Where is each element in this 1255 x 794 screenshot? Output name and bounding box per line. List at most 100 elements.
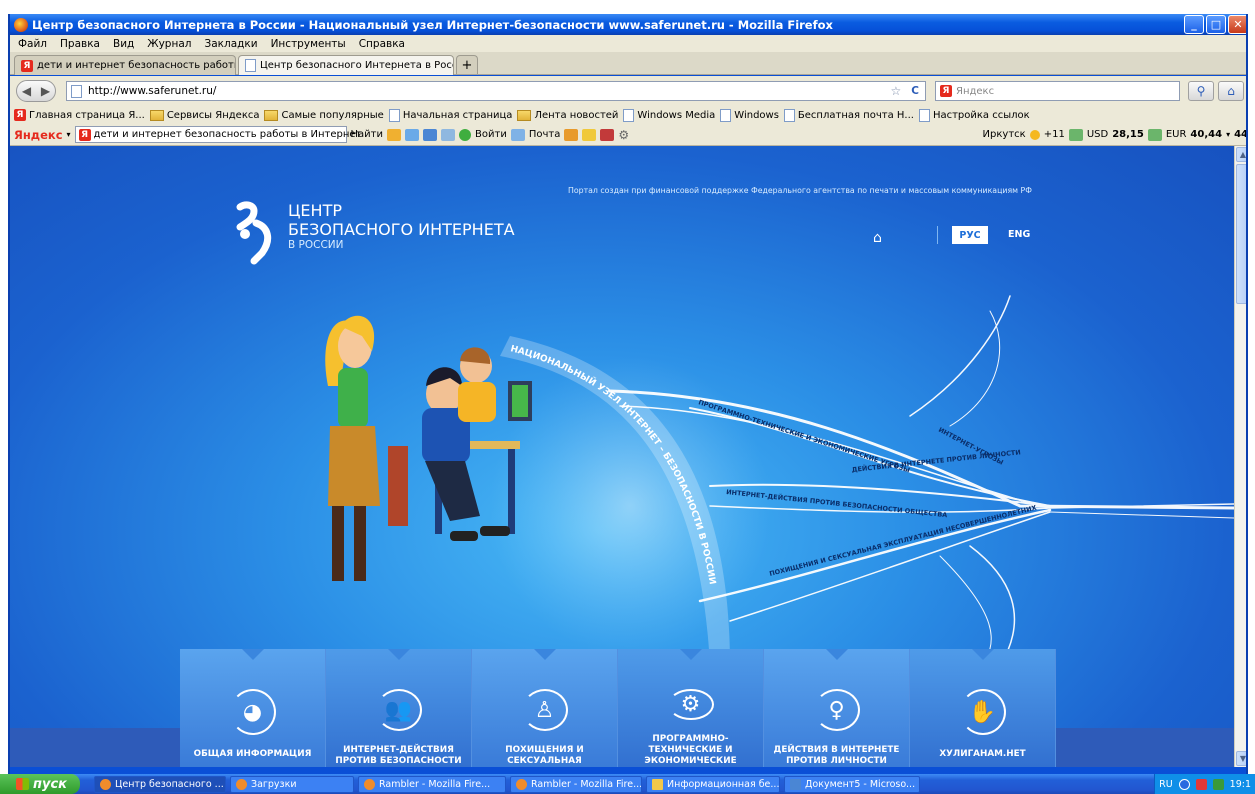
- menu-bookmarks[interactable]: Закладки: [204, 38, 257, 50]
- url-text: http://www.saferunet.ru/: [88, 85, 217, 97]
- start-button[interactable]: пуск: [0, 774, 80, 794]
- start-label: пуск: [33, 776, 67, 792]
- bookmark-item[interactable]: Настройка ссылок: [918, 108, 1030, 122]
- page-icon: [783, 108, 795, 122]
- bookmark-item[interactable]: Бесплатная почта Н...: [783, 108, 914, 122]
- settings-gear-icon[interactable]: ⚙: [618, 128, 629, 142]
- reload-icon[interactable]: C: [911, 85, 919, 97]
- scroll-down-icon[interactable]: ▼: [1236, 751, 1246, 766]
- bookmarks-book-icon[interactable]: [600, 128, 615, 141]
- menu-file[interactable]: Файл: [18, 38, 47, 50]
- mail-button[interactable]: Почта: [529, 129, 561, 140]
- tab-bar: Я дети и интернет безопасность работы...…: [10, 52, 1246, 75]
- nav-tile-abduction[interactable]: ♙ ПОХИЩЕНИЯ И СЕКСУАЛЬНАЯ: [472, 649, 618, 767]
- bookmark-item[interactable]: Windows: [720, 108, 779, 122]
- scroll-thumb[interactable]: [1236, 164, 1246, 304]
- scroll-up-icon[interactable]: ▲: [1236, 147, 1246, 162]
- home-button[interactable]: ⌂: [1218, 81, 1244, 101]
- bar-icon[interactable]: [564, 128, 579, 141]
- find-button[interactable]: Найти: [351, 129, 383, 140]
- nav-tile-personal[interactable]: ♀ ДЕЙСТВИЯ В ИНТЕРНЕТЕ ПРОТИВ ЛИЧНОСТИ: [764, 649, 910, 767]
- tray-app-icon[interactable]: [1195, 778, 1207, 790]
- eur-label: EUR: [1165, 129, 1187, 140]
- bookmark-item[interactable]: Начальная страница: [388, 108, 512, 122]
- tab-saferunet[interactable]: Центр безопасного Интернета в Росси... ×: [238, 55, 454, 75]
- taskbar-item[interactable]: Rambler - Mozilla Fire...: [358, 775, 506, 793]
- tray-network-icon[interactable]: [1212, 778, 1224, 790]
- yandex-icon: Я: [21, 59, 33, 72]
- favorites-star-icon[interactable]: [582, 128, 597, 141]
- search-button[interactable]: ⚲: [1188, 81, 1214, 101]
- close-button[interactable]: ✕: [1228, 15, 1246, 34]
- rss-icon: [517, 109, 532, 121]
- search-placeholder: Яндекс: [956, 85, 995, 97]
- taskbar-item[interactable]: Загрузки: [230, 775, 354, 793]
- back-icon[interactable]: ◀: [22, 84, 31, 98]
- tab-label: дети и интернет безопасность работы...: [37, 60, 236, 71]
- taskbar-item[interactable]: Rambler - Mozilla Fire...: [510, 775, 642, 793]
- bookmark-item[interactable]: Сервисы Яндекса: [149, 109, 259, 121]
- chevron-down-icon[interactable]: ▾: [1226, 130, 1230, 139]
- url-bar[interactable]: http://www.saferunet.ru/ ☆ C: [66, 81, 926, 101]
- maximize-button[interactable]: □: [1206, 15, 1226, 34]
- weather-city[interactable]: Иркутск: [983, 129, 1026, 140]
- menu-history[interactable]: Журнал: [147, 38, 191, 50]
- yandex-logo[interactable]: Яндекс: [14, 128, 63, 142]
- menu-help[interactable]: Справка: [359, 38, 405, 50]
- tray-arrow-icon[interactable]: [1178, 778, 1190, 790]
- logo-line-3: В РОССИИ: [288, 239, 344, 251]
- pages-icon[interactable]: [441, 128, 456, 141]
- back-forward-buttons[interactable]: ◀ ▶: [16, 80, 56, 102]
- toolbar-overflow-text: 44: [1234, 129, 1248, 140]
- vertical-scrollbar[interactable]: ▲ ▼: [1234, 146, 1246, 767]
- tile-pointer: [680, 649, 702, 660]
- new-tab-button[interactable]: +: [456, 55, 478, 74]
- tile-pointer: [826, 649, 848, 660]
- gear-icon: ⚙: [667, 689, 714, 720]
- minimize-button[interactable]: _: [1184, 15, 1204, 34]
- windows-flag-icon: [16, 778, 29, 790]
- folder-icon: [149, 109, 164, 121]
- spellcheck-icon[interactable]: [405, 128, 420, 141]
- nav-tile-technical[interactable]: ⚙ ПРОГРАММНО-ТЕХНИЧЕСКИЕ И ЭКОНОМИЧЕСКИЕ: [618, 649, 764, 767]
- nav-tile-label: ПРОГРАММНО-ТЕХНИЧЕСКИЕ И ЭКОНОМИЧЕСКИЕ: [644, 734, 737, 766]
- page-icon: [623, 108, 635, 122]
- currency-icon: [1147, 128, 1162, 141]
- window-title: Центр безопасного Интернета в России - Н…: [32, 17, 833, 32]
- language-indicator[interactable]: RU: [1159, 779, 1173, 790]
- translate-icon[interactable]: [423, 128, 438, 141]
- bookmark-item[interactable]: Windows Media: [623, 108, 715, 122]
- weather-icon[interactable]: [387, 128, 402, 141]
- taskbar-item[interactable]: Информационная бе...: [646, 775, 780, 793]
- tab-search[interactable]: Я дети и интернет безопасность работы...…: [14, 55, 236, 75]
- nav-tile-general-info[interactable]: ◕ ОБЩАЯ ИНФОРМАЦИЯ: [180, 649, 326, 767]
- search-input[interactable]: Я Яндекс: [935, 81, 1180, 101]
- nav-tile-society[interactable]: 👥 ИНТЕРНЕТ-ДЕЙСТВИЯ ПРОТИВ БЕЗОПАСНОСТИ: [326, 649, 472, 767]
- nav-tile-label: ПОХИЩЕНИЯ И СЕКСУАЛЬНАЯ: [505, 745, 584, 766]
- site-icon: [71, 84, 82, 98]
- lang-en-button[interactable]: ENG: [1008, 226, 1030, 244]
- yandex-icon: Я: [78, 128, 91, 141]
- window-titlebar[interactable]: Центр безопасного Интернета в России - Н…: [10, 14, 1246, 35]
- forward-icon[interactable]: ▶: [41, 84, 50, 98]
- menu-view[interactable]: Вид: [113, 38, 134, 50]
- taskbar-item[interactable]: Документ5 - Microso...: [784, 775, 920, 793]
- site-logo[interactable]: ЦЕНТР БЕЗОПАСНОГО ИНТЕРНЕТА В РОССИИ: [232, 201, 515, 263]
- divider: [937, 226, 938, 244]
- home-icon[interactable]: ⌂: [873, 230, 882, 246]
- login-button[interactable]: Войти: [475, 129, 507, 140]
- clock: 19:1: [1229, 778, 1251, 790]
- chevron-down-icon[interactable]: ▾: [67, 130, 71, 139]
- bookmark-item[interactable]: Лента новостей: [517, 109, 618, 121]
- firefox-icon: [236, 778, 247, 790]
- lang-ru-button[interactable]: РУС: [952, 226, 988, 244]
- taskbar-item[interactable]: Центр безопасного ...: [94, 775, 226, 793]
- bookmark-item[interactable]: Я Главная страница Я...: [14, 109, 145, 121]
- menu-tools[interactable]: Инструменты: [271, 38, 346, 50]
- yandex-query-input[interactable]: Я дети и интернет безопасность работы в …: [74, 126, 361, 143]
- bookmark-item[interactable]: Самые популярные: [264, 109, 384, 121]
- bookmark-star-icon[interactable]: ☆: [891, 84, 902, 98]
- nav-tile-hooligans[interactable]: ✋ ХУЛИГАНАМ.НЕТ: [910, 649, 1056, 767]
- menu-edit[interactable]: Правка: [60, 38, 100, 50]
- login-icon: [459, 128, 472, 141]
